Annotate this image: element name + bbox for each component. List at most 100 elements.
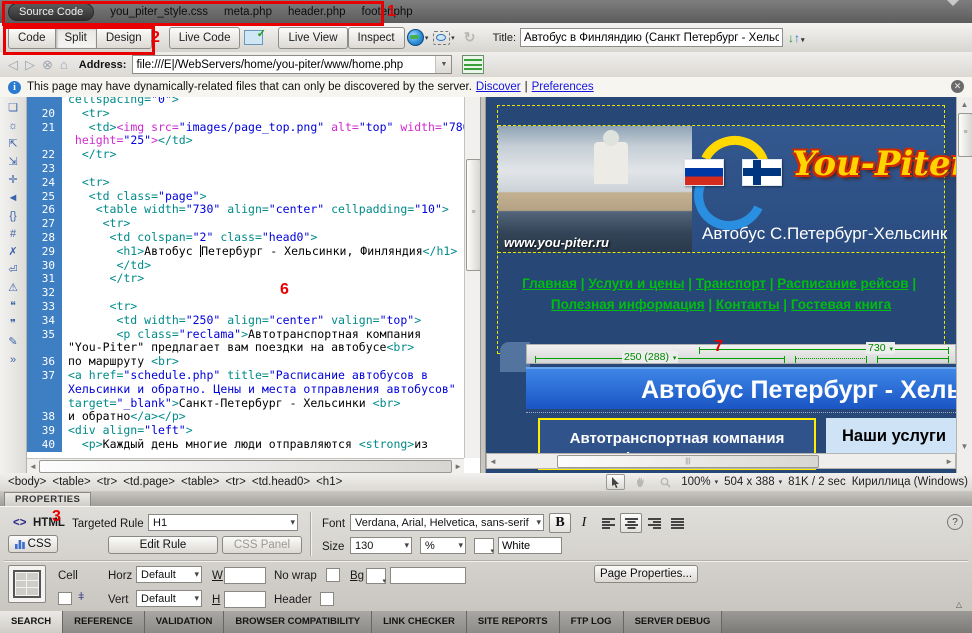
- collapse-selection-icon[interactable]: ⇲: [8, 156, 17, 168]
- home-icon[interactable]: ⌂: [60, 57, 68, 72]
- tag-selector-item[interactable]: <table>: [49, 476, 93, 488]
- site-nav-link[interactable]: Расписание рейсов: [777, 276, 908, 291]
- css-panel-button[interactable]: CSS Panel: [222, 536, 302, 554]
- align-left-button[interactable]: [597, 513, 619, 533]
- vert-select[interactable]: Default: [136, 590, 202, 607]
- line-number[interactable]: 22: [27, 148, 62, 162]
- line-number[interactable]: [27, 97, 62, 107]
- magnification-select[interactable]: 100%▾: [681, 476, 718, 488]
- results-tab-ftp-log[interactable]: FTP LOG: [560, 611, 624, 633]
- line-number[interactable]: 24: [27, 176, 62, 190]
- justify-button[interactable]: [666, 513, 688, 533]
- line-number[interactable]: 25: [27, 190, 62, 204]
- live-code-button[interactable]: Live Code: [169, 27, 241, 49]
- bg-color-swatch[interactable]: [366, 568, 386, 584]
- line-number[interactable]: 27: [27, 217, 62, 231]
- line-number[interactable]: 30: [27, 259, 62, 273]
- code-line[interactable]: <tr>: [62, 176, 110, 190]
- window-size-select[interactable]: 504 x 388▾: [724, 476, 782, 488]
- merge-cells-icon[interactable]: [58, 592, 72, 605]
- tag-selector-item[interactable]: <h1>: [313, 476, 345, 488]
- expand-all-icon[interactable]: ✛: [8, 174, 17, 186]
- tag-selector-item[interactable]: <table>: [178, 476, 222, 488]
- related-file-tab[interactable]: header.php: [288, 6, 346, 18]
- code-horizontal-scrollbar[interactable]: ◄ ►: [27, 458, 464, 473]
- design-vertical-scrollbar[interactable]: ▲ ≡ ▼: [956, 97, 972, 473]
- code-navigator-icon[interactable]: ☼: [8, 120, 18, 132]
- panel-collapse-icon[interactable]: △: [956, 600, 962, 609]
- site-banner[interactable]: You-Piter Автобус С.Петербург-Хельсинк w…: [498, 126, 944, 252]
- no-wrap-checkbox[interactable]: [326, 568, 340, 582]
- collapse-full-tag-icon[interactable]: ⇱: [8, 138, 17, 150]
- scroll-left-icon[interactable]: ◄: [29, 462, 37, 471]
- page-heading-h1[interactable]: Автобус Петербург - Хельсин: [526, 367, 972, 409]
- line-number[interactable]: 37: [27, 369, 62, 383]
- code-line[interactable]: [62, 162, 68, 176]
- size-unit-select[interactable]: %: [420, 537, 466, 554]
- code-line[interactable]: Хельсинки и обратно. Цены и места отправ…: [62, 383, 456, 397]
- tag-selector-item[interactable]: <tr>: [94, 476, 120, 488]
- results-tab-site-reports[interactable]: SITE REPORTS: [467, 611, 560, 633]
- close-infobar-icon[interactable]: ✕: [951, 80, 964, 93]
- bold-button[interactable]: B: [549, 513, 571, 533]
- code-line[interactable]: [62, 286, 68, 300]
- line-number[interactable]: 31: [27, 272, 62, 286]
- code-line[interactable]: <tr>: [62, 107, 110, 121]
- code-line[interactable]: height="25"></td>: [62, 134, 193, 148]
- scroll-down-icon[interactable]: ▼: [957, 442, 972, 451]
- header-checkbox[interactable]: [320, 592, 334, 606]
- targeted-rule-select[interactable]: H1: [148, 514, 298, 531]
- line-number[interactable]: 20: [27, 107, 62, 121]
- file-management-icon[interactable]: ↓↑▾: [788, 31, 805, 45]
- table-width-bar[interactable]: 730 ▾ 250 (288) ▾: [526, 344, 956, 364]
- code-line[interactable]: <div align="left">: [62, 424, 193, 438]
- select-tool-icon[interactable]: [606, 474, 625, 490]
- split-view-button[interactable]: Split: [55, 27, 97, 49]
- help-icon[interactable]: ?: [947, 514, 963, 530]
- syntax-error-alerts-icon[interactable]: ⚠: [8, 282, 18, 294]
- line-number[interactable]: 21: [27, 121, 62, 135]
- design-view-button[interactable]: Design: [96, 27, 152, 49]
- address-input[interactable]: [133, 59, 435, 71]
- line-number[interactable]: 35: [27, 328, 62, 342]
- live-view-button[interactable]: Live View: [278, 27, 347, 49]
- code-line[interactable]: <tr>: [62, 217, 130, 231]
- code-line[interactable]: и обратно</a></p>: [62, 410, 186, 424]
- line-number[interactable]: 38: [27, 410, 62, 424]
- results-tab-server-debug[interactable]: SERVER DEBUG: [624, 611, 723, 633]
- text-color-input[interactable]: [498, 537, 562, 554]
- code-line[interactable]: <td><img src="images/page_top.png" alt="…: [62, 121, 464, 135]
- discover-link[interactable]: Discover: [476, 81, 521, 93]
- line-number[interactable]: 29: [27, 245, 62, 259]
- preferences-link[interactable]: Preferences: [532, 81, 594, 93]
- services-heading-box[interactable]: Наши услуги: [826, 418, 972, 456]
- code-line[interactable]: по маршруту <br>: [62, 355, 179, 369]
- text-color-swatch[interactable]: [474, 538, 494, 554]
- code-line[interactable]: <table width="730" align="center" cellpa…: [62, 203, 449, 217]
- page-outer-table-outline[interactable]: You-Piter Автобус С.Петербург-Хельсинк w…: [497, 105, 945, 354]
- scroll-up-icon[interactable]: ▲: [957, 97, 972, 109]
- code-line[interactable]: <td width="250" align="center" valign="t…: [62, 314, 421, 328]
- line-number[interactable]: 36: [27, 355, 62, 369]
- scroll-right-icon[interactable]: ►: [945, 457, 953, 466]
- code-line[interactable]: target="_blank">Санкт-Петербург - Хельси…: [62, 397, 400, 411]
- more-options-icon[interactable]: »: [10, 354, 16, 366]
- line-number[interactable]: 39: [27, 424, 62, 438]
- related-file-tab[interactable]: footer.php: [362, 6, 413, 18]
- related-file-tab[interactable]: meta.php: [224, 6, 272, 18]
- remove-comment-icon[interactable]: ❞: [10, 318, 16, 330]
- tag-selector-item[interactable]: <tr>: [222, 476, 248, 488]
- page-top-strip[interactable]: [498, 106, 944, 126]
- source-code-tab[interactable]: Source Code: [8, 3, 94, 21]
- format-source-code-icon[interactable]: ✎: [8, 336, 17, 348]
- code-line[interactable]: "You-Piter" предлагает вам поездки на ав…: [62, 341, 414, 355]
- highlight-invalid-code-icon[interactable]: ✗: [8, 246, 17, 258]
- horz-select[interactable]: Default: [136, 566, 202, 583]
- code-line[interactable]: </td>: [62, 259, 151, 273]
- line-numbers-icon[interactable]: #: [10, 228, 16, 240]
- results-tab-reference[interactable]: REFERENCE: [63, 611, 145, 633]
- results-tab-browser-compatibility[interactable]: BROWSER COMPATIBILITY: [224, 611, 372, 633]
- code-line[interactable]: </tr>: [62, 148, 116, 162]
- site-nav-cell[interactable]: Главная | Услуги и цены | Транспорт | Ра…: [498, 252, 944, 353]
- scroll-left-icon[interactable]: ◄: [489, 457, 497, 466]
